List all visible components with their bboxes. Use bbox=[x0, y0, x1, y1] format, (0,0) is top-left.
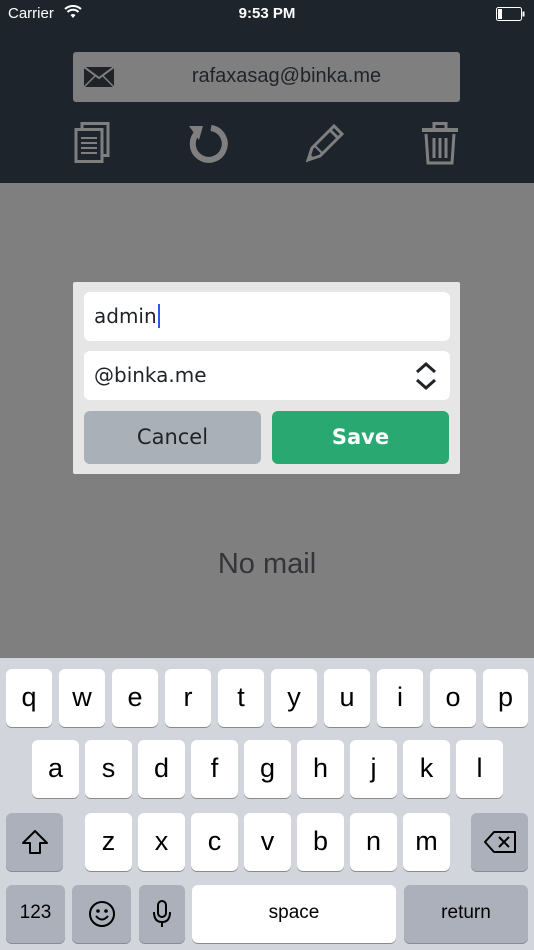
key-u[interactable]: u bbox=[324, 669, 370, 727]
on-screen-keyboard: q w e r t y u i o p a s d f g h j k l z … bbox=[0, 658, 534, 950]
dictation-key[interactable] bbox=[139, 885, 185, 943]
backspace-icon bbox=[471, 813, 528, 871]
key-n[interactable]: n bbox=[350, 813, 397, 871]
header: rafaxasag@binka.me bbox=[0, 28, 534, 183]
domain-select[interactable]: @binka.me bbox=[84, 351, 450, 400]
username-input[interactable]: admin bbox=[84, 292, 450, 341]
key-t[interactable]: t bbox=[218, 669, 264, 727]
empty-mail-message: No mail bbox=[217, 548, 317, 580]
edit-pencil-icon bbox=[304, 123, 346, 168]
cancel-button[interactable]: Cancel bbox=[84, 411, 261, 464]
key-x[interactable]: x bbox=[138, 813, 185, 871]
username-value: admin bbox=[94, 304, 157, 328]
key-m[interactable]: m bbox=[403, 813, 450, 871]
key-e[interactable]: e bbox=[112, 669, 158, 727]
return-key[interactable]: return bbox=[404, 885, 528, 943]
envelope-icon bbox=[83, 66, 115, 92]
key-y[interactable]: y bbox=[271, 669, 317, 727]
edit-button[interactable] bbox=[304, 122, 346, 168]
space-key[interactable]: space bbox=[192, 885, 396, 943]
key-b[interactable]: b bbox=[297, 813, 344, 871]
key-a[interactable]: a bbox=[32, 740, 79, 798]
emoji-key[interactable] bbox=[72, 885, 131, 943]
delete-button[interactable] bbox=[421, 122, 461, 166]
key-w[interactable]: w bbox=[59, 669, 105, 727]
status-bar: Carrier 9:53 PM bbox=[0, 0, 534, 28]
key-h[interactable]: h bbox=[297, 740, 344, 798]
microphone-icon bbox=[139, 885, 185, 943]
trash-icon bbox=[421, 122, 459, 170]
email-address-bar[interactable]: rafaxasag@binka.me bbox=[73, 52, 460, 102]
status-time: 9:53 PM bbox=[238, 5, 296, 22]
shift-key[interactable] bbox=[6, 813, 63, 871]
battery-icon bbox=[496, 7, 526, 25]
key-o[interactable]: o bbox=[430, 669, 476, 727]
copy-icon bbox=[74, 122, 110, 168]
backspace-key[interactable] bbox=[471, 813, 528, 871]
refresh-button[interactable] bbox=[187, 122, 228, 166]
text-cursor bbox=[157, 304, 160, 328]
key-q[interactable]: q bbox=[6, 669, 52, 727]
key-c[interactable]: c bbox=[191, 813, 238, 871]
key-d[interactable]: d bbox=[138, 740, 185, 798]
change-address-dialog: admin @binka.me Cancel Save bbox=[73, 282, 460, 474]
key-v[interactable]: v bbox=[244, 813, 291, 871]
numbers-key[interactable]: 123 bbox=[6, 885, 65, 943]
domain-value: @binka.me bbox=[94, 363, 207, 387]
key-j[interactable]: j bbox=[350, 740, 397, 798]
key-k[interactable]: k bbox=[403, 740, 450, 798]
refresh-icon bbox=[187, 125, 231, 170]
key-p[interactable]: p bbox=[483, 669, 528, 727]
save-button[interactable]: Save bbox=[272, 411, 449, 464]
copy-button[interactable] bbox=[74, 122, 114, 166]
key-g[interactable]: g bbox=[244, 740, 291, 798]
email-address: rafaxasag@binka.me bbox=[191, 65, 382, 87]
up-down-chevron-icon bbox=[414, 361, 438, 396]
emoji-icon bbox=[72, 885, 131, 943]
shift-arrow-icon bbox=[6, 813, 63, 871]
key-r[interactable]: r bbox=[165, 669, 211, 727]
key-s[interactable]: s bbox=[85, 740, 132, 798]
key-z[interactable]: z bbox=[85, 813, 132, 871]
key-i[interactable]: i bbox=[377, 669, 423, 727]
key-f[interactable]: f bbox=[191, 740, 238, 798]
key-l[interactable]: l bbox=[456, 740, 503, 798]
